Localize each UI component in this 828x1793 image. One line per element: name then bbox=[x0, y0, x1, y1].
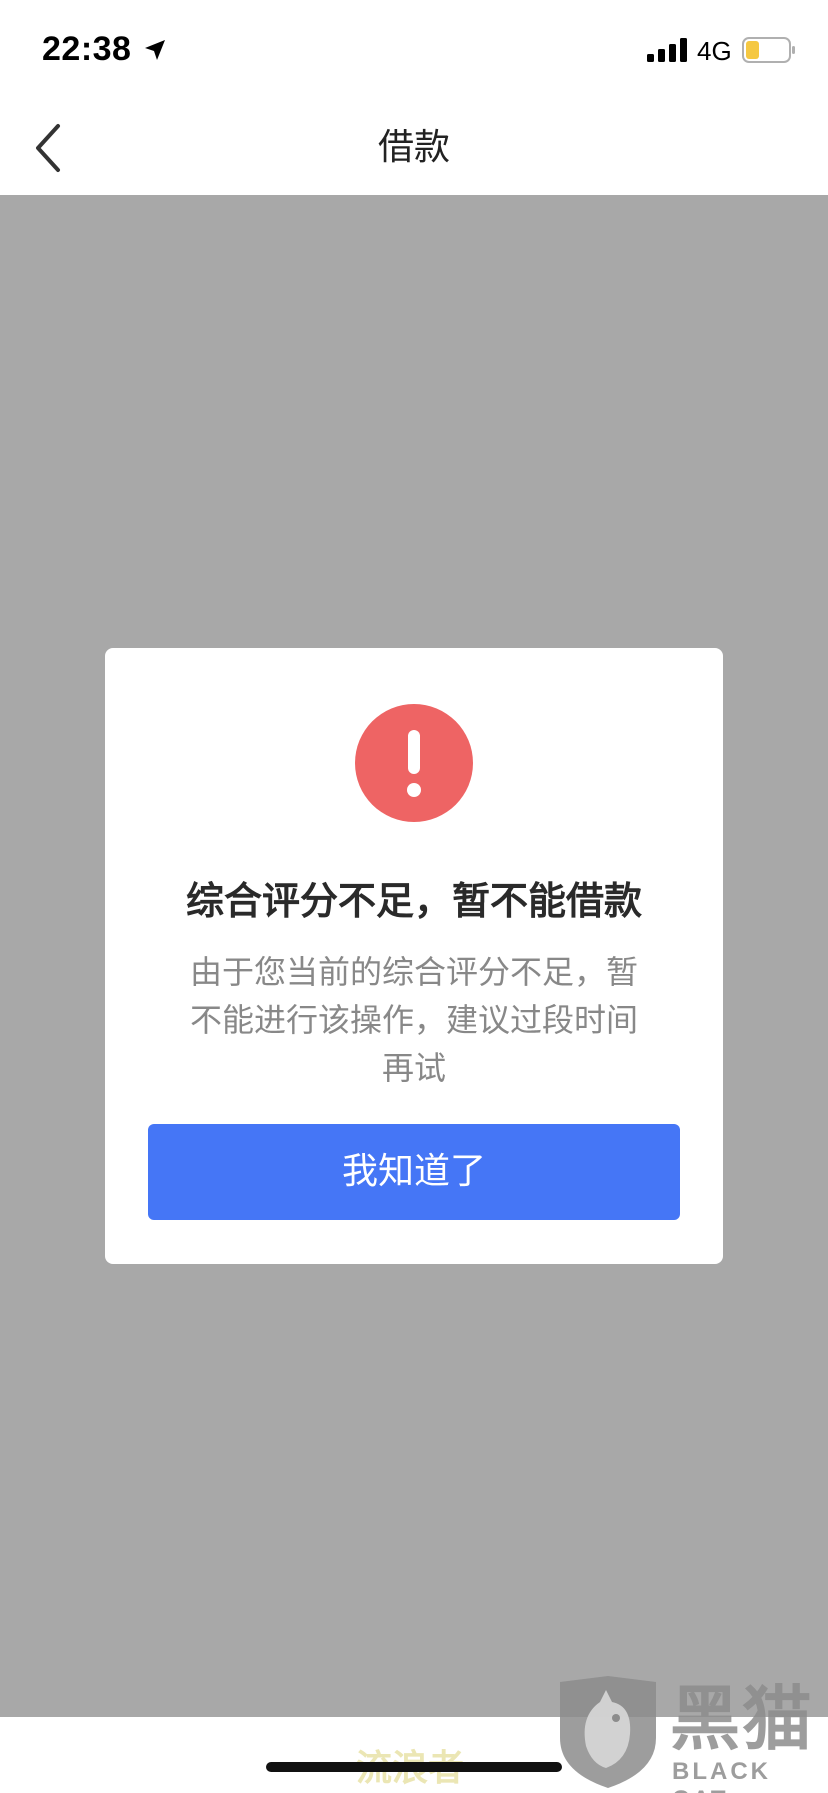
chevron-left-icon[interactable] bbox=[30, 120, 70, 176]
home-indicator[interactable] bbox=[266, 1762, 562, 1772]
signal-icon bbox=[647, 38, 687, 62]
status-bar: 22:38 4G bbox=[0, 0, 828, 100]
page-title: 借款 bbox=[377, 127, 450, 168]
battery-icon bbox=[742, 37, 795, 63]
black-cat-brand-en: BLACK CAT bbox=[672, 1758, 771, 1793]
nav-bar: 借款 bbox=[0, 100, 828, 195]
exclamation-circle-icon bbox=[355, 704, 473, 822]
alert-dialog: 综合评分不足，暂不能借款 由于您当前的综合评分不足，暂 不能进行该操作，建议过段… bbox=[105, 648, 723, 1264]
dialog-message-line: 不能进行该操作，建议过段时间 bbox=[189, 1001, 638, 1039]
screen: 22:38 4G 借款 综合评分不足，暂不能借款 由于您当前的综合评分不足，暂 … bbox=[0, 0, 828, 1793]
dialog-message-line: 再试 bbox=[381, 1049, 446, 1087]
dialog-message: 由于您当前的综合评分不足，暂 不能进行该操作，建议过段时间 再试 bbox=[157, 948, 671, 1092]
black-cat-brand-cn: 黑猫 bbox=[670, 1678, 814, 1760]
confirm-button[interactable]: 我知道了 bbox=[148, 1124, 680, 1220]
network-label: 4G bbox=[697, 36, 732, 66]
status-time: 22:38 bbox=[42, 30, 132, 68]
location-arrow-icon bbox=[145, 40, 165, 60]
dialog-title: 综合评分不足，暂不能借款 bbox=[185, 879, 642, 923]
black-cat-logo-icon bbox=[560, 1676, 656, 1788]
dialog-message-line: 由于您当前的综合评分不足，暂 bbox=[189, 953, 638, 991]
